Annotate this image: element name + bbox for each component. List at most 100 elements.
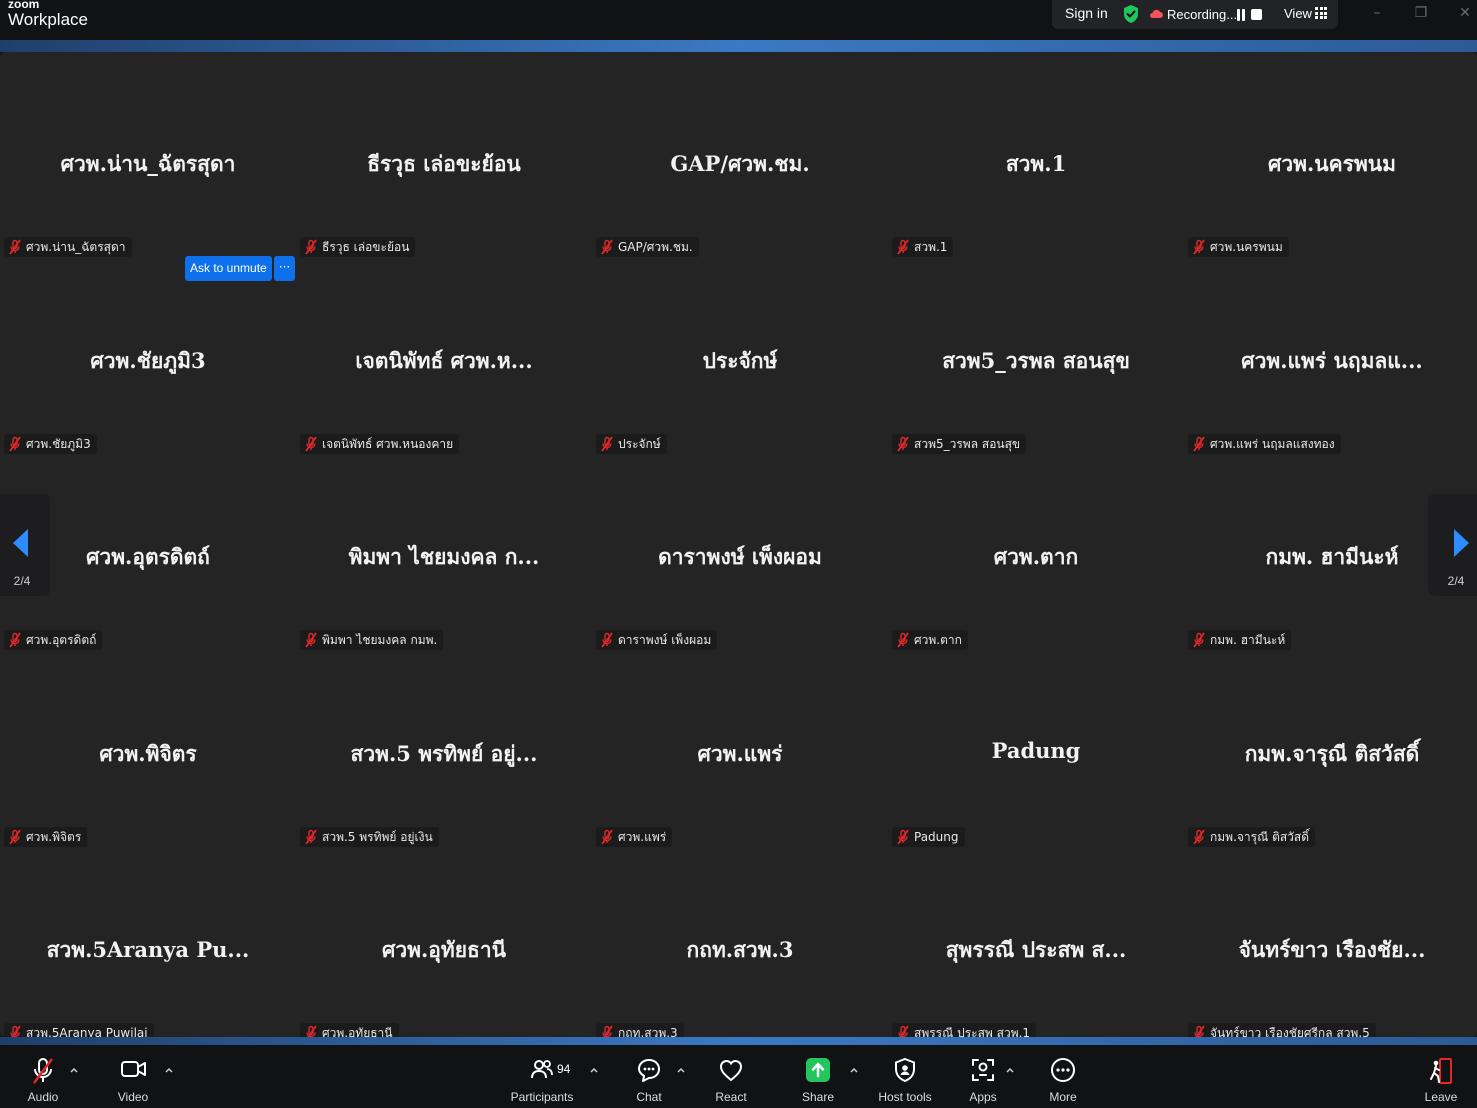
bottom-accent-bar xyxy=(0,1037,1477,1045)
mic-muted-icon xyxy=(1193,436,1205,452)
participant-label-text: กมพ. ฮามีนะห์ xyxy=(1210,633,1286,647)
close-button[interactable]: ✕ xyxy=(1455,3,1475,23)
mic-muted-icon xyxy=(9,239,21,255)
stop-recording-icon[interactable] xyxy=(1251,9,1262,20)
participant-display-name: ศวพ.น่าน_ฉัตรสุดา xyxy=(60,151,236,176)
participants-options-caret-icon[interactable] xyxy=(589,1065,599,1075)
participant-display-name: พิมพา ไชยมงคล ก... xyxy=(348,544,540,569)
minimize-button[interactable]: – xyxy=(1367,3,1387,23)
brand-zoom: zoom xyxy=(8,0,40,11)
recording-status[interactable]: Recording... xyxy=(1167,7,1237,22)
sign-in-button[interactable]: Sign in xyxy=(1065,5,1108,21)
participant-display-name: ประจักษ์ xyxy=(702,348,778,373)
participant-tile[interactable]: ธีรวุธ เล่อขะย้อน ธีรวุธ เล่อขะย้อน xyxy=(296,63,592,259)
video-button[interactable]: Video xyxy=(108,1045,158,1108)
leave-button[interactable]: Leave xyxy=(1418,1045,1464,1108)
video-options-caret-icon[interactable] xyxy=(164,1065,174,1075)
participant-name-label: ศวพ.ตาก xyxy=(892,630,968,650)
participant-label-text: ศวพ.แพร่ นฤมลแสงทอง xyxy=(1210,437,1335,451)
restore-button[interactable]: ❐ xyxy=(1411,3,1431,23)
participant-display-name: สวพ.5Aranya Pu... xyxy=(46,937,250,962)
participant-display-name: สวพ5_วรพล สอนสุข xyxy=(942,348,1130,373)
arrow-right-icon xyxy=(1454,529,1469,557)
mic-muted-icon xyxy=(305,436,317,452)
participant-tile[interactable]: ศวพ.ตาก ศวพ.ตาก xyxy=(888,456,1184,652)
participant-tile[interactable]: ดาราพงษ์ เพ็งผอม ดาราพงษ์ เพ็งผอม xyxy=(592,456,888,652)
participant-tile[interactable]: ศวพ.แพร่ ศวพ.แพร่ xyxy=(592,653,888,849)
ask-to-unmute-button[interactable]: Ask to unmute xyxy=(185,256,272,281)
brand-workplace: Workplace xyxy=(8,10,88,29)
participant-tile[interactable]: พิมพา ไชยมงคล ก... พิมพา ไชยมงคล กมพ. xyxy=(296,456,592,652)
participant-tile[interactable]: ศวพ.อุทัยธานี ศวพ.อุทัยธานี xyxy=(296,849,592,1045)
encryption-shield-icon[interactable] xyxy=(1122,4,1140,24)
audio-button[interactable]: Audio xyxy=(18,1045,68,1108)
participant-tile[interactable]: สวพ.5Aranya Pu... สวพ.5Aranya Puwilai xyxy=(0,849,296,1045)
participant-display-name: เจตนิพัทธ์ ศวพ.ห... xyxy=(355,348,533,373)
participant-tile[interactable]: เจตนิพัทธ์ ศวพ.ห... เจตนิพัทธ์ ศวพ.หนองคา… xyxy=(296,260,592,456)
host-tools-button[interactable]: Host tools xyxy=(873,1045,937,1108)
view-button[interactable]: View xyxy=(1284,6,1312,21)
share-options-caret-icon[interactable] xyxy=(849,1065,859,1075)
participant-label-text: สวพ5_วรพล สอนสุข xyxy=(914,437,1021,451)
participant-tile[interactable]: ศวพ.ชัยภูมิ3 ศวพ.ชัยภูมิ3 xyxy=(0,260,296,456)
participant-display-name: ศวพ.แพร่ xyxy=(697,741,783,766)
participant-display-name: ศวพ.นครพนม xyxy=(1268,151,1396,176)
participant-tile[interactable]: กถท.สวพ.3 กถท.สวพ.3 xyxy=(592,849,888,1045)
apps-options-caret-icon[interactable] xyxy=(1005,1065,1015,1075)
participant-tile[interactable]: สวพ.5 พรทิพย์ อยู่... สวพ.5 พรทิพย์ อยู่เ… xyxy=(296,653,592,849)
participant-label-text: ศวพ.พิจิตร xyxy=(26,830,82,844)
participant-name-label: ศวพ.แพร่ นฤมลแสงทอง xyxy=(1188,434,1341,454)
participant-display-name: สวพ.5 พรทิพย์ อยู่... xyxy=(350,741,538,766)
heart-icon xyxy=(719,1059,743,1082)
next-page-button[interactable]: 2/4 xyxy=(1428,494,1477,596)
participant-label-text: ศวพ.ชัยภูมิ3 xyxy=(26,437,91,451)
participant-label-text: ประจักษ์ xyxy=(618,437,661,451)
apps-icon xyxy=(972,1059,994,1081)
participant-name-label: ธีรวุธ เล่อขะย้อน xyxy=(300,237,416,257)
participant-tile[interactable]: ศวพ.นครพนม ศวพ.นครพนม xyxy=(1184,63,1477,259)
participant-name-label: กมพ.จารุณี ติสวัสดิ์ xyxy=(1188,827,1316,847)
participant-tile[interactable]: สวพ.1 สวพ.1 xyxy=(888,63,1184,259)
audio-options-caret-icon[interactable] xyxy=(69,1065,79,1075)
participant-name-label: ศวพ.ชัยภูมิ3 xyxy=(4,434,97,454)
participant-tile[interactable]: สุพรรณี ประสพ ส... สุพรรณี ประสพ สวพ.1 xyxy=(888,849,1184,1045)
participant-name-label: กมพ. ฮามีนะห์ xyxy=(1188,630,1292,650)
participant-tile[interactable]: ศวพ.พิจิตร ศวพ.พิจิตร xyxy=(0,653,296,849)
tile-more-button[interactable]: ··· xyxy=(274,256,295,281)
audio-label: Audio xyxy=(27,1090,59,1104)
participant-tile[interactable]: Padung Padung xyxy=(888,653,1184,849)
participant-display-name: ดาราพงษ์ เพ็งผอม xyxy=(658,544,822,569)
more-button[interactable]: More xyxy=(1040,1045,1086,1108)
participant-tile[interactable]: GAP/ศวพ.ชม. GAP/ศวพ.ชม. xyxy=(592,63,888,259)
chat-options-caret-icon[interactable] xyxy=(676,1065,686,1075)
participant-display-name: จันทร์ขาว เรืองชัย... xyxy=(1238,937,1426,962)
participant-tile[interactable]: ประจักษ์ ประจักษ์ xyxy=(592,260,888,456)
apps-button[interactable]: Apps xyxy=(960,1045,1006,1108)
participants-button[interactable]: 94 Participants xyxy=(506,1045,578,1108)
participants-icon xyxy=(531,1060,553,1079)
video-label: Video xyxy=(117,1090,149,1104)
participant-name-label: ศวพ.นครพนม xyxy=(1188,237,1289,257)
participant-name-label: ดาราพงษ์ เพ็งผอม xyxy=(596,630,718,650)
previous-page-button[interactable]: 2/4 xyxy=(0,494,50,596)
participant-tile[interactable]: ศวพ.น่าน_ฉัตรสุดา ศวพ.น่าน_ฉัตรสุดา xyxy=(0,63,296,259)
participant-display-name: ศวพ.แพร่ นฤมลแ... xyxy=(1241,348,1423,373)
react-label: React xyxy=(715,1090,747,1104)
participant-name-label: พิมพา ไชยมงคล กมพ. xyxy=(300,630,444,650)
participant-label-text: ศวพ.อุตรดิตถ์ xyxy=(26,633,97,647)
pause-recording-icon[interactable] xyxy=(1236,9,1246,21)
gallery-grid-icon[interactable] xyxy=(1315,7,1327,19)
participant-tile[interactable]: จันทร์ขาว เรืองชัย... จันทร์ขาว เรืองชัยศ… xyxy=(1184,849,1477,1045)
participant-tile[interactable]: ศวพ.แพร่ นฤมลแ... ศวพ.แพร่ นฤมลแสงทอง xyxy=(1184,260,1477,456)
chat-bubble-icon xyxy=(638,1059,660,1082)
participant-label-text: Padung xyxy=(914,830,959,844)
chat-button[interactable]: Chat xyxy=(626,1045,672,1108)
share-label: Share xyxy=(801,1090,835,1104)
share-button[interactable]: Share xyxy=(795,1045,841,1108)
mic-muted-icon xyxy=(9,632,21,648)
participant-label-text: สวพ.1 xyxy=(914,240,948,254)
react-button[interactable]: React xyxy=(708,1045,754,1108)
app-logo: zoom Workplace xyxy=(8,0,88,28)
participant-tile[interactable]: กมพ.จารุณี ติสวัสดิ์ กมพ.จารุณี ติสวัสดิ์ xyxy=(1184,653,1477,849)
participant-tile[interactable]: สวพ5_วรพล สอนสุข สวพ5_วรพล สอนสุข xyxy=(888,260,1184,456)
